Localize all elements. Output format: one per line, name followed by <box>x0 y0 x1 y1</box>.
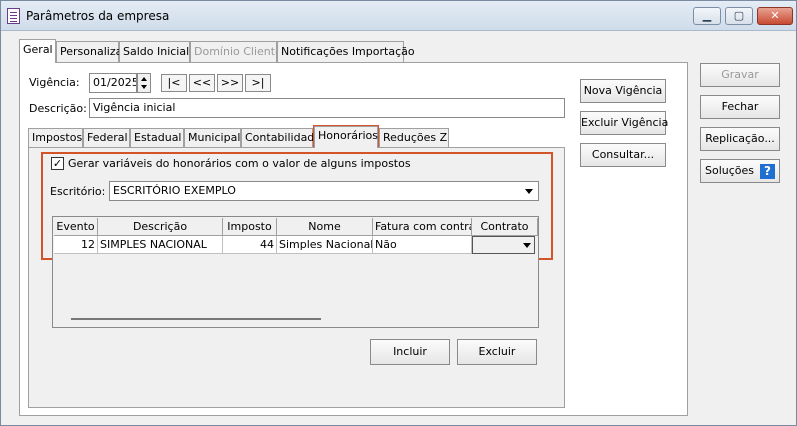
help-icon: ? <box>760 163 776 179</box>
first-button[interactable]: |< <box>161 74 187 92</box>
subtab-impostos[interactable]: Impostos <box>28 128 83 148</box>
grid-header-descricao[interactable]: Descrição <box>98 218 223 236</box>
chevron-down-icon[interactable] <box>523 243 531 248</box>
window: Parâmetros da empresa ▁ ▢ ✕ Geral Person… <box>0 0 797 426</box>
title-bar: Parâmetros da empresa ▁ ▢ ✕ <box>1 1 796 31</box>
tab-saldo-inicial[interactable]: Saldo Inicial <box>119 41 190 63</box>
vigencia-input[interactable]: 01/2025 <box>89 73 137 93</box>
subtab-reducoes-z[interactable]: Reduções Z <box>379 128 449 148</box>
tab-notificacoes-importacao[interactable]: Notificações Importação <box>277 41 415 63</box>
grid-cell-nome[interactable]: Simples Nacional <box>277 236 373 254</box>
gerar-variaveis-label: Gerar variáveis do honorários com o valo… <box>68 157 411 170</box>
tab-personaliza[interactable]: Personaliza <box>56 41 122 63</box>
app-document-icon <box>7 8 20 24</box>
replicacao-button[interactable]: Replicação... <box>700 127 780 151</box>
fechar-button[interactable]: Fechar <box>700 95 780 119</box>
last-button[interactable]: >| <box>245 74 271 92</box>
next-button[interactable]: >> <box>217 74 243 92</box>
maximize-button[interactable]: ▢ <box>725 7 753 25</box>
grid-cell-evento[interactable]: 12 <box>54 236 98 254</box>
subtab-honorarios[interactable]: Honorários <box>314 126 378 148</box>
grid-horizontal-scrollbar[interactable] <box>71 318 321 320</box>
incluir-button[interactable]: Incluir <box>370 339 450 365</box>
solucoes-button[interactable]: Soluções? <box>700 159 780 183</box>
honorarios-grid: Evento Descrição Imposto Nome Fatura com… <box>52 216 539 328</box>
grid-header-fatura[interactable]: Fatura com contrato <box>373 218 472 236</box>
minimize-button[interactable]: ▁ <box>693 7 721 25</box>
grid-header-imposto[interactable]: Imposto <box>223 218 277 236</box>
tab-dominio-cliente[interactable]: Domínio Cliente <box>190 41 282 63</box>
grid-cell-fatura[interactable]: Não <box>373 236 472 254</box>
grid-header-contrato[interactable]: Contrato <box>472 218 538 236</box>
descricao-label: Descrição: <box>29 102 87 115</box>
window-title: Parâmetros da empresa <box>26 9 170 23</box>
tab-geral[interactable]: Geral <box>19 39 56 63</box>
previous-button[interactable]: << <box>189 74 215 92</box>
excluir-button[interactable]: Excluir <box>457 339 537 365</box>
grid-cell-imposto[interactable]: 44 <box>223 236 277 254</box>
chevron-down-icon[interactable] <box>525 189 533 194</box>
gerar-variaveis-checkbox[interactable]: ✓ <box>51 157 64 170</box>
grid-header-evento[interactable]: Evento <box>54 218 98 236</box>
subtab-contabilidade[interactable]: Contabilidade <box>241 128 321 148</box>
nova-vigencia-button[interactable]: Nova Vigência <box>580 79 666 103</box>
subtab-estadual[interactable]: Estadual <box>130 128 184 148</box>
subtab-federal[interactable]: Federal <box>83 128 130 148</box>
gravar-button[interactable]: Gravar <box>700 63 780 87</box>
descricao-input[interactable]: Vigência inicial <box>89 98 565 118</box>
close-button[interactable]: ✕ <box>757 7 793 25</box>
excluir-vigencia-button[interactable]: Excluir Vigência <box>580 111 668 135</box>
grid-cell-descricao[interactable]: SIMPLES NACIONAL <box>98 236 223 254</box>
escritorio-label: Escritório: <box>50 185 106 198</box>
escritorio-combobox[interactable]: ESCRITÓRIO EXEMPLO <box>109 181 539 201</box>
vigencia-spin-button[interactable] <box>137 73 151 93</box>
solucoes-label: Soluções <box>704 164 755 177</box>
subtab-municipal[interactable]: Municipal <box>184 128 241 148</box>
vigencia-label: Vigência: <box>29 76 80 89</box>
consultar-button[interactable]: Consultar... <box>580 143 666 167</box>
grid-header-nome[interactable]: Nome <box>277 218 373 236</box>
